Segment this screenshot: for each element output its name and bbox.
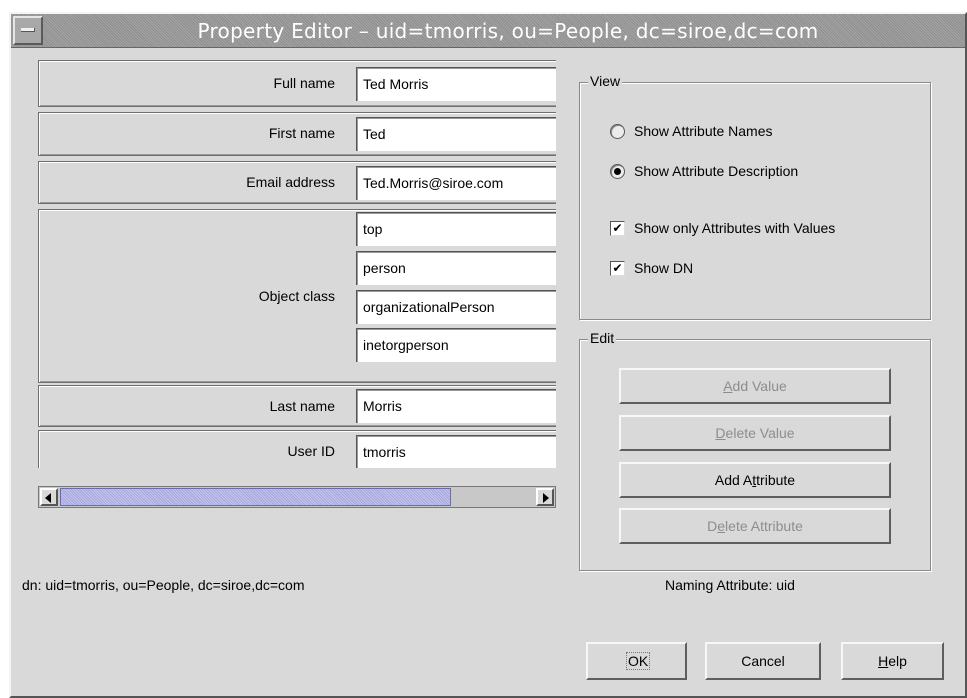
edit-group-label: Edit bbox=[588, 330, 617, 346]
add-value-label-post: dd Value bbox=[732, 378, 787, 394]
add-attribute-label-post: tribute bbox=[756, 472, 796, 488]
object-class-label: Object class bbox=[258, 288, 335, 304]
property-row-last-name: Last name Morris bbox=[38, 385, 556, 427]
show-attribute-description-label: Show Attribute Description bbox=[634, 163, 799, 179]
checkmark-icon: ✔ bbox=[610, 261, 625, 276]
last-name-label: Last name bbox=[269, 398, 335, 414]
dn-text: dn: uid=tmorris, ou=People, dc=siroe,dc=… bbox=[22, 577, 305, 593]
scroll-left-button[interactable] bbox=[40, 488, 58, 506]
full-name-label: Full name bbox=[273, 75, 335, 91]
property-row-user-id: User ID tmorris bbox=[38, 430, 556, 468]
property-row-first-name: First name Ted bbox=[38, 112, 556, 156]
object-class-value[interactable]: person bbox=[356, 251, 556, 285]
scroll-right-button[interactable] bbox=[536, 488, 554, 506]
show-only-with-values-label: Show only Attributes with Values bbox=[634, 220, 836, 236]
email-address-label: Email address bbox=[246, 174, 335, 190]
delete-value-label-post: elete Value bbox=[725, 425, 795, 441]
property-table: Full name Ted Morris First name Ted Emai… bbox=[38, 60, 556, 468]
arrow-left-icon bbox=[45, 493, 51, 503]
show-attribute-names-label: Show Attribute Names bbox=[634, 123, 773, 139]
help-button[interactable]: Help bbox=[841, 642, 944, 680]
ok-button[interactable]: OK bbox=[586, 642, 687, 680]
delete-attribute-label-pre: D bbox=[707, 518, 718, 534]
help-button-label: elp bbox=[888, 653, 907, 669]
cancel-button-label: Cancel bbox=[741, 653, 785, 669]
add-attribute-label-pre: Add A bbox=[714, 472, 753, 488]
object-class-value[interactable]: top bbox=[356, 212, 556, 246]
add-value-mnemonic: A bbox=[723, 378, 733, 394]
delete-attribute-mnemonic: e bbox=[717, 518, 726, 534]
window-menu-icon bbox=[21, 28, 35, 32]
property-row-full-name: Full name Ted Morris bbox=[38, 60, 556, 107]
email-address-field[interactable]: Ted.Morris@siroe.com bbox=[356, 166, 556, 200]
title-bar[interactable]: Property Editor – uid=tmorris, ou=People… bbox=[11, 14, 965, 48]
window-title: Property Editor – uid=tmorris, ou=People… bbox=[197, 19, 819, 43]
property-row-object-class: Object class top person organizationalPe… bbox=[38, 209, 556, 383]
edit-group: Edit Add Value Delete Value Add Attribut… bbox=[579, 330, 931, 571]
user-id-field[interactable]: tmorris bbox=[356, 435, 556, 468]
first-name-field[interactable]: Ted bbox=[356, 117, 556, 151]
add-value-button[interactable]: Add Value bbox=[619, 368, 891, 404]
delete-attribute-button[interactable]: Delete Attribute bbox=[619, 508, 891, 544]
scrollbar-thumb[interactable] bbox=[60, 488, 451, 506]
full-name-field[interactable]: Ted Morris bbox=[356, 67, 556, 101]
delete-value-button[interactable]: Delete Value bbox=[619, 415, 891, 451]
radio-unselected-icon bbox=[610, 124, 625, 139]
add-attribute-button[interactable]: Add Attribute bbox=[619, 462, 891, 498]
first-name-label: First name bbox=[268, 125, 335, 141]
view-group: View Show Attribute Names Show Attribute… bbox=[579, 73, 931, 320]
view-group-label: View bbox=[588, 73, 623, 89]
show-dn-label: Show DN bbox=[634, 260, 694, 276]
user-id-label: User ID bbox=[287, 443, 335, 459]
object-class-value[interactable]: organizationalPerson bbox=[356, 290, 556, 324]
radio-selected-icon bbox=[610, 164, 625, 179]
window-menu-button[interactable] bbox=[13, 16, 43, 45]
naming-attribute-text: Naming Attribute: uid bbox=[665, 577, 795, 593]
help-mnemonic: H bbox=[878, 653, 889, 669]
last-name-field[interactable]: Morris bbox=[356, 389, 556, 423]
horizontal-scrollbar[interactable] bbox=[38, 486, 556, 508]
object-class-value[interactable]: inetorgperson bbox=[356, 328, 556, 362]
checkmark-icon: ✔ bbox=[610, 221, 625, 236]
delete-value-mnemonic: D bbox=[715, 425, 726, 441]
property-row-email: Email address Ted.Morris@siroe.com bbox=[38, 161, 556, 204]
delete-attribute-label-post: lete Attribute bbox=[725, 518, 803, 534]
arrow-right-icon bbox=[543, 493, 549, 503]
ok-button-label: OK bbox=[626, 652, 651, 670]
cancel-button[interactable]: Cancel bbox=[705, 642, 821, 680]
